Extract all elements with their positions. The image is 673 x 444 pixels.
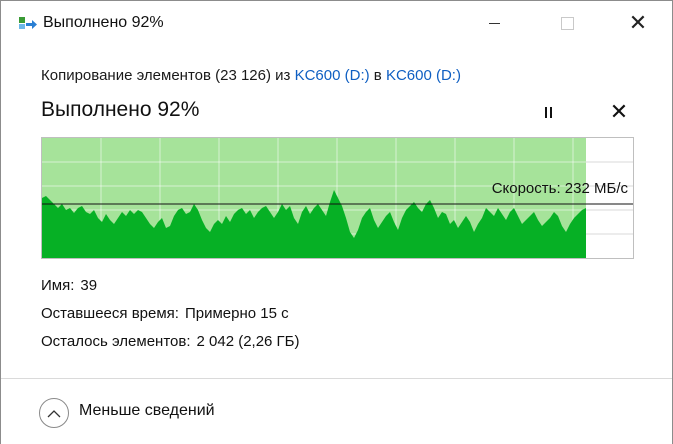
destination-link[interactable]: KC600 (D:) — [386, 67, 461, 84]
time-remaining-value: Примерно 15 с — [184, 305, 289, 322]
window-close-button[interactable]: ✕ — [615, 1, 661, 45]
copy-description: Копирование элементов (23 126) из KC600 … — [41, 67, 461, 84]
source-link[interactable]: KC600 (D:) — [295, 67, 370, 84]
time-remaining-row: Оставшееся время: Примерно 15 с — [41, 305, 289, 322]
maximize-icon — [560, 16, 574, 30]
chevron-up-icon — [47, 409, 61, 417]
name-row: Имя: 39 — [41, 277, 97, 294]
name-value: 39 — [80, 277, 98, 294]
less-details-label[interactable]: Меньше сведений — [79, 402, 215, 420]
copy-progress-window: Выполнено 92% ✕ Копирование элементов (2… — [0, 0, 673, 444]
time-remaining-label: Оставшееся время: — [41, 305, 179, 322]
speed-graph: Скорость: 232 МБ/с — [41, 137, 634, 259]
less-details-button[interactable] — [39, 398, 69, 428]
cancel-button[interactable]: ✕ — [607, 100, 631, 124]
speed-label: Скорость: 232 МБ/с — [491, 180, 628, 197]
progress-status-title: Выполнено 92% — [41, 98, 200, 121]
name-label: Имя: — [41, 277, 75, 294]
footer: Меньше сведений — [1, 378, 672, 444]
title-bar[interactable]: Выполнено 92% ✕ — [1, 1, 672, 45]
copy-middle: в — [369, 67, 386, 84]
items-remaining-label: Осталось элементов: — [41, 333, 191, 350]
copy-arrow-icon — [19, 17, 37, 29]
pause-icon — [544, 106, 547, 118]
maximize-button — [544, 1, 590, 45]
window-title: Выполнено 92% — [43, 14, 164, 31]
minimize-button[interactable] — [471, 1, 517, 45]
close-icon: ✕ — [628, 10, 648, 35]
minimize-icon — [488, 22, 500, 24]
graph-grid-empty — [586, 161, 633, 235]
pause-button[interactable] — [536, 100, 560, 124]
copy-prefix: Копирование элементов (23 126) из — [41, 67, 295, 84]
items-remaining-value: 2 042 (2,26 ГБ) — [196, 333, 300, 350]
speed-graph-svg — [42, 138, 633, 258]
cancel-icon: ✕ — [609, 99, 629, 124]
items-remaining-row: Осталось элементов: 2 042 (2,26 ГБ) — [41, 333, 300, 350]
